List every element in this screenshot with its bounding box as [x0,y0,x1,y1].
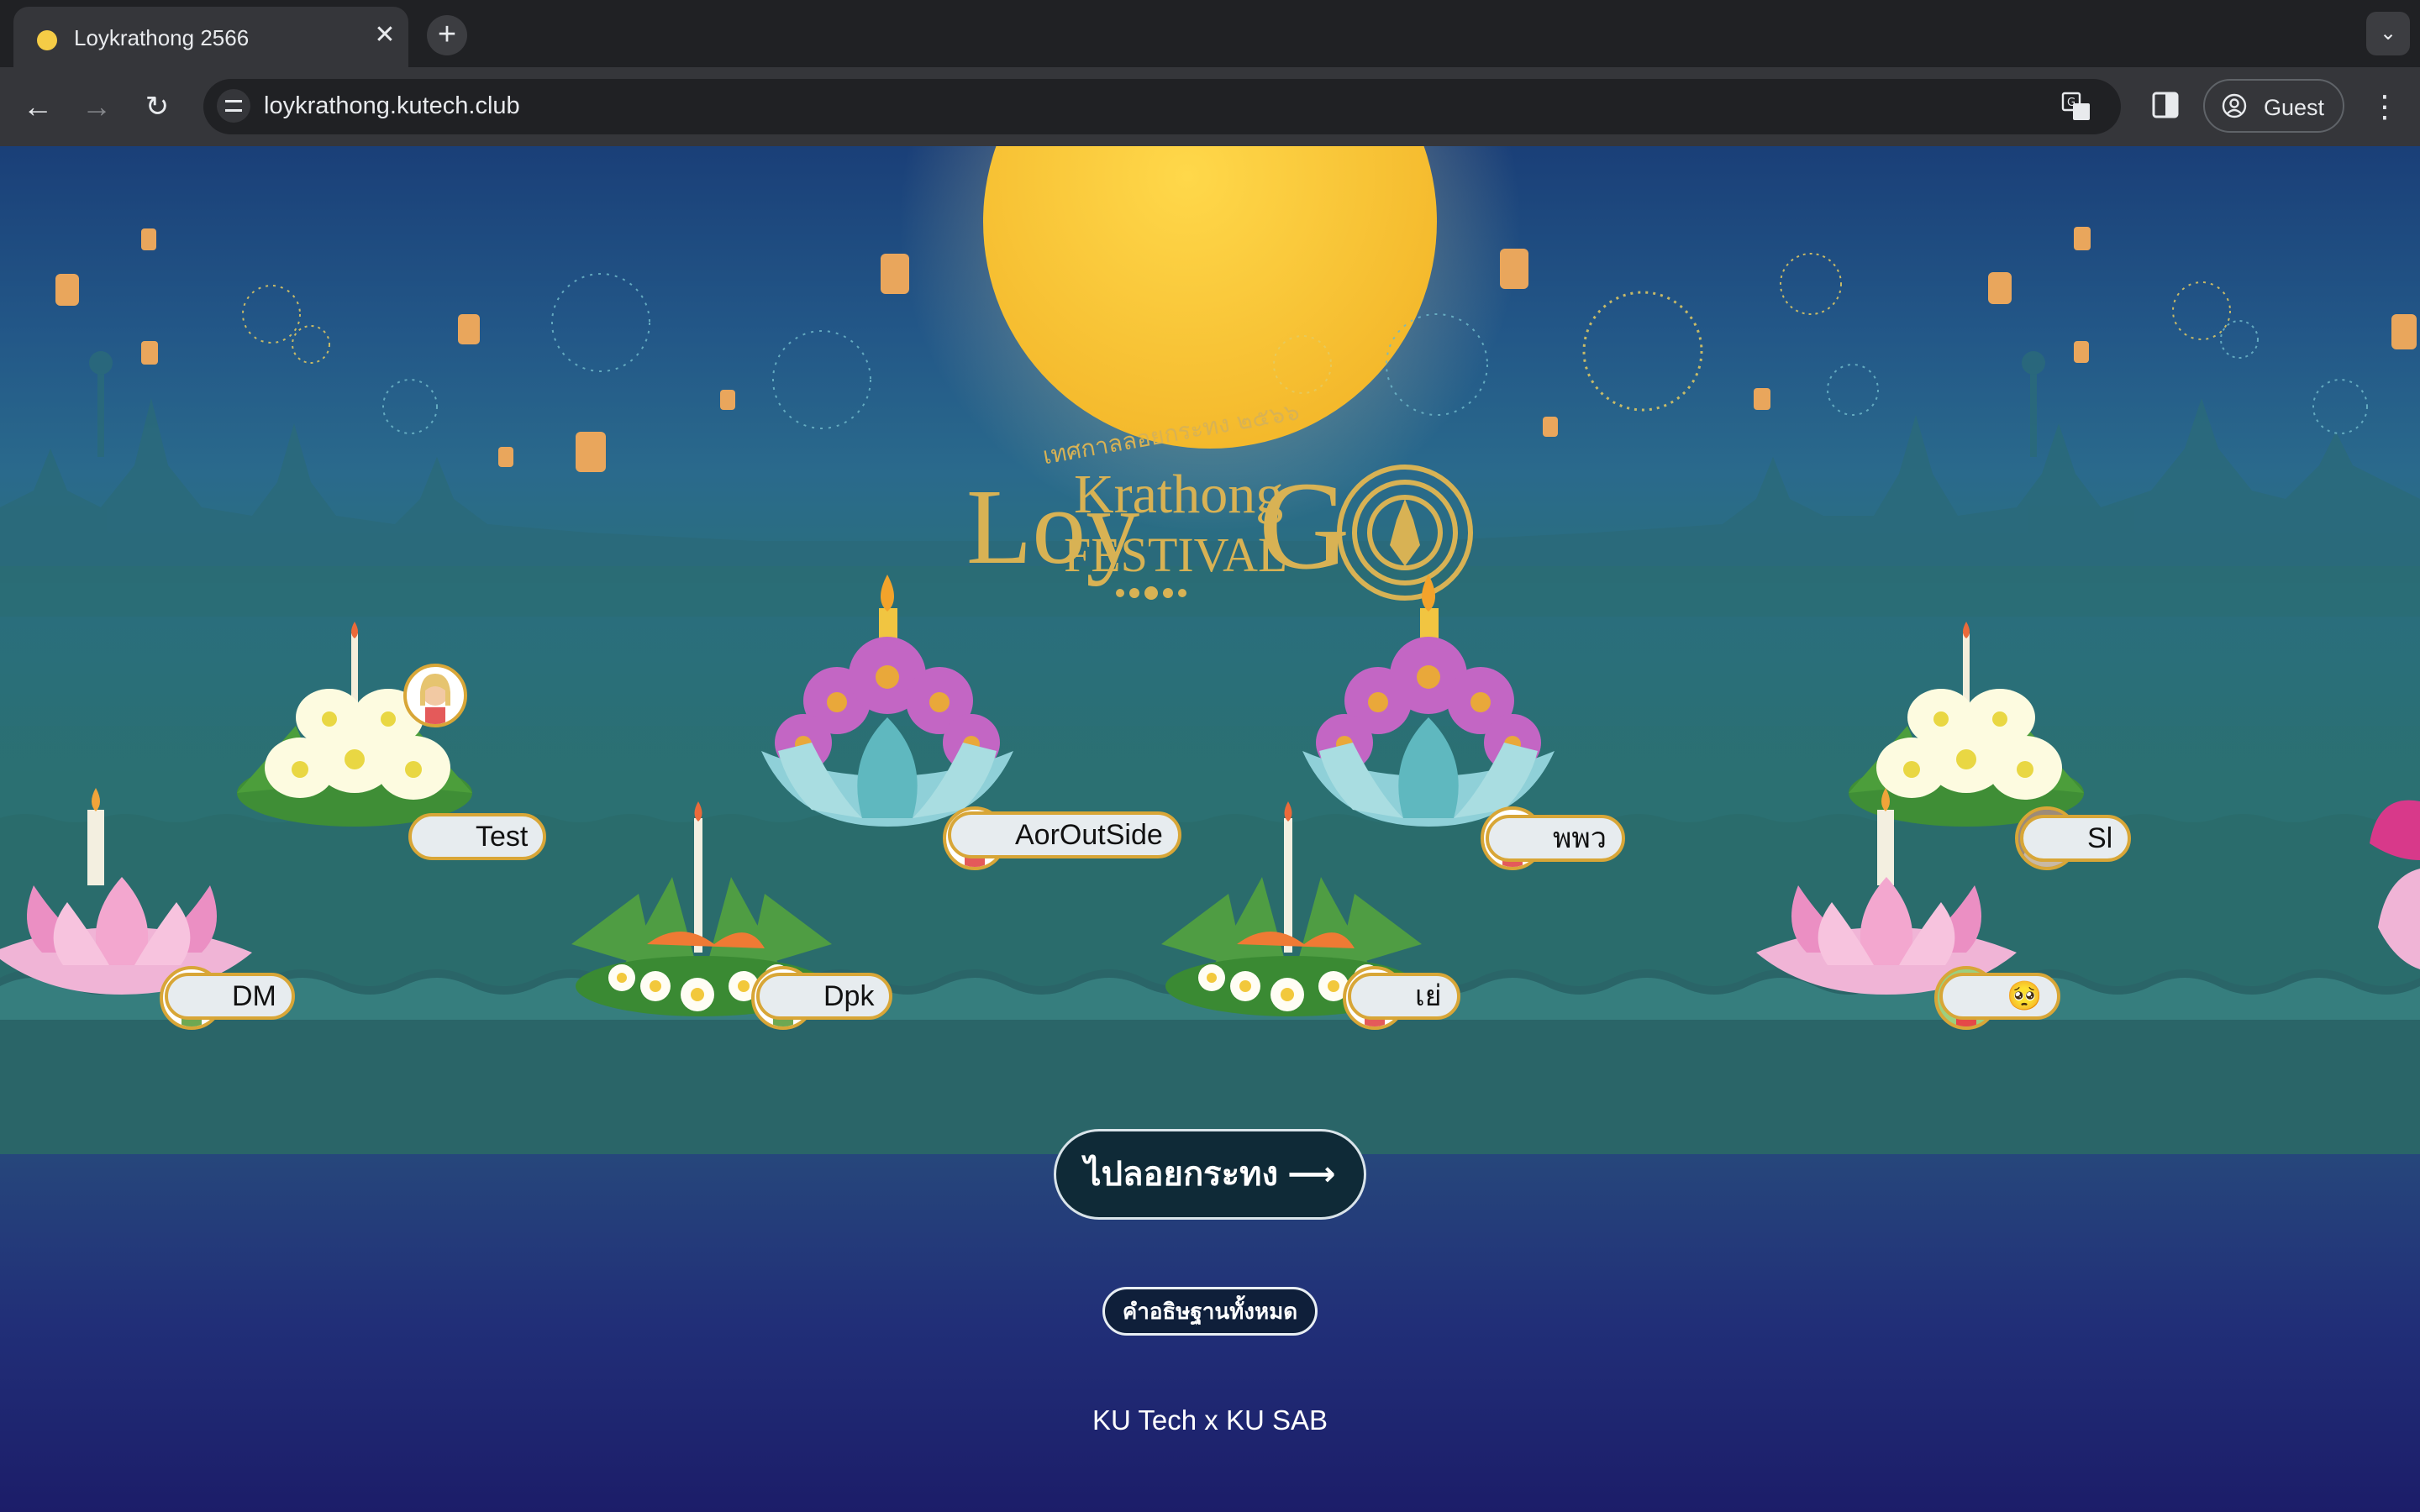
krathong-pink-lotus-2 [1756,788,2017,995]
browser-tab[interactable]: Loykrathong 2566 ✕ [13,7,408,67]
float-krathong-button[interactable]: ไปลอยกระทง ⟶ [1054,1129,1366,1220]
krathong-purple-lotus-1 [761,575,1013,827]
close-tab-icon[interactable]: ✕ [370,20,400,50]
profile-button[interactable]: Guest [2203,79,2344,133]
krathong-white-flower-1 [237,622,472,827]
krathong-owner-name: พพว [1486,815,1625,862]
krathong-owner-name: เย่ [1348,973,1460,1020]
person-icon [2222,93,2247,118]
krathong-purple-lotus-2 [1302,575,1555,827]
krathong-owner-name: 🥺 [1939,973,2061,1020]
side-panel-icon[interactable] [2151,91,2180,119]
krathong-owner-name: Dpk [756,973,893,1020]
site-settings-icon[interactable] [217,89,250,123]
logo-krathong: Krathong [1074,464,1283,525]
menu-icon[interactable]: ⋮ [2368,86,2402,128]
krathong-partial-right [2370,800,2420,969]
krathong-pink-lotus-1 [0,788,252,995]
tab-search-button[interactable]: ⌄ [2366,12,2410,55]
forward-icon[interactable]: → [76,86,118,128]
tab-strip: Loykrathong 2566 ✕ + ⌄ [0,0,2420,67]
footer-credit: KU Tech x KU SAB [1092,1404,1328,1436]
krathong-owner-name: DM [165,973,295,1020]
tab-title: Loykrathong 2566 [74,25,250,50]
reload-icon[interactable]: ↻ [136,86,178,128]
back-icon[interactable]: ← [17,86,59,128]
all-wishes-button[interactable]: คำอธิษฐานทั้งหมด [1102,1287,1318,1336]
url-text[interactable]: loykrathong.kutech.club [264,92,520,120]
moon-favicon-icon [37,30,57,50]
address-bar[interactable]: loykrathong.kutech.club G [203,79,2121,134]
krathong-owner-name: Sl [2020,815,2132,862]
profile-label: Guest [2264,95,2325,120]
girl-avatar-icon [420,674,450,724]
svg-text:G: G [2067,97,2075,109]
avatar[interactable] [403,664,467,727]
browser-toolbar: ← → ↻ loykrathong.kutech.club G Guest ⋮ [0,67,2420,146]
logo-festival: FESTIVAL [1064,528,1287,582]
krathong-owner-name: AorOutSide [948,811,1181,858]
translate-icon[interactable]: G [2060,91,2092,123]
krathong-owner-name: Test [408,813,547,860]
page-viewport: เทศกาลลอยกระทง ๒๕๖๖ Loy Krathong FESTIVA… [0,146,2420,1512]
new-tab-button[interactable]: + [427,15,467,55]
